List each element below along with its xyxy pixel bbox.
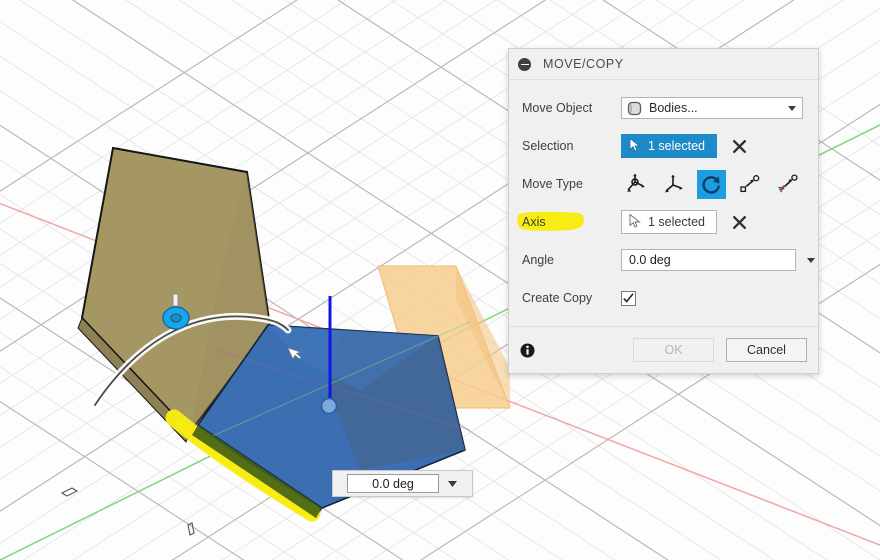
ok-button[interactable]: OK xyxy=(633,338,714,362)
dialog-title-bar[interactable]: MOVE/COPY xyxy=(509,49,818,80)
close-x-icon[interactable] xyxy=(731,214,748,231)
move-object-value: Bodies... xyxy=(649,101,698,115)
chevron-down-icon[interactable] xyxy=(439,471,465,496)
close-x-icon[interactable] xyxy=(731,138,748,155)
dialog-footer: OK Cancel xyxy=(509,326,818,373)
create-copy-checkbox[interactable] xyxy=(621,290,636,306)
free-move-icon[interactable] xyxy=(621,170,650,199)
info-icon[interactable] xyxy=(520,343,535,358)
checkmark-icon xyxy=(623,292,634,303)
rotate-icon[interactable] xyxy=(697,169,726,199)
body-icon xyxy=(627,101,642,116)
move-copy-dialog[interactable]: MOVE/COPY Move Object Bodies... Selectio… xyxy=(508,48,819,374)
chevron-down-icon[interactable] xyxy=(804,257,818,263)
chevron-down-icon[interactable] xyxy=(782,105,802,111)
floating-angle-value[interactable]: 0.0 deg xyxy=(347,474,439,493)
point-to-point-icon[interactable] xyxy=(735,170,764,199)
angle-value: 0.0 deg xyxy=(629,253,671,267)
row-move-object: Move Object Bodies... xyxy=(509,89,818,127)
row-axis: Axis 1 selected xyxy=(509,203,818,241)
axis-value: 1 selected xyxy=(648,215,705,229)
row-selection: Selection 1 selected xyxy=(509,127,818,165)
move-type-button-group[interactable] xyxy=(621,169,811,199)
translate-icon[interactable] xyxy=(659,170,688,199)
angle-label: Angle xyxy=(522,253,554,267)
cursor-arrow-icon xyxy=(629,137,641,155)
angle-input[interactable]: 0.0 deg xyxy=(621,249,797,271)
row-create-copy: Create Copy xyxy=(509,279,818,317)
axis-label: Axis xyxy=(522,215,546,229)
dialog-body: Move Object Bodies... Selection 1 select… xyxy=(509,80,818,344)
row-angle: Angle 0.0 deg xyxy=(509,241,818,279)
axis-selection-button[interactable]: 1 selected xyxy=(621,210,717,234)
row-move-type: Move Type xyxy=(509,165,818,203)
selection-button[interactable]: 1 selected xyxy=(621,134,717,158)
minus-circle-icon[interactable] xyxy=(518,57,531,71)
move-type-label: Move Type xyxy=(522,177,583,191)
cursor-arrow-icon xyxy=(629,213,641,231)
create-copy-label: Create Copy xyxy=(522,291,593,305)
move-object-dropdown[interactable]: Bodies... xyxy=(621,97,803,119)
move-object-label: Move Object xyxy=(522,101,593,115)
point-to-position-icon[interactable] xyxy=(773,170,802,199)
selection-value: 1 selected xyxy=(648,139,705,153)
selection-label: Selection xyxy=(522,139,574,153)
floating-angle-input[interactable]: 0.0 deg xyxy=(332,470,473,497)
edge-overlap-shade xyxy=(192,425,322,518)
cancel-button[interactable]: Cancel xyxy=(726,338,807,362)
dialog-title: MOVE/COPY xyxy=(543,57,624,71)
